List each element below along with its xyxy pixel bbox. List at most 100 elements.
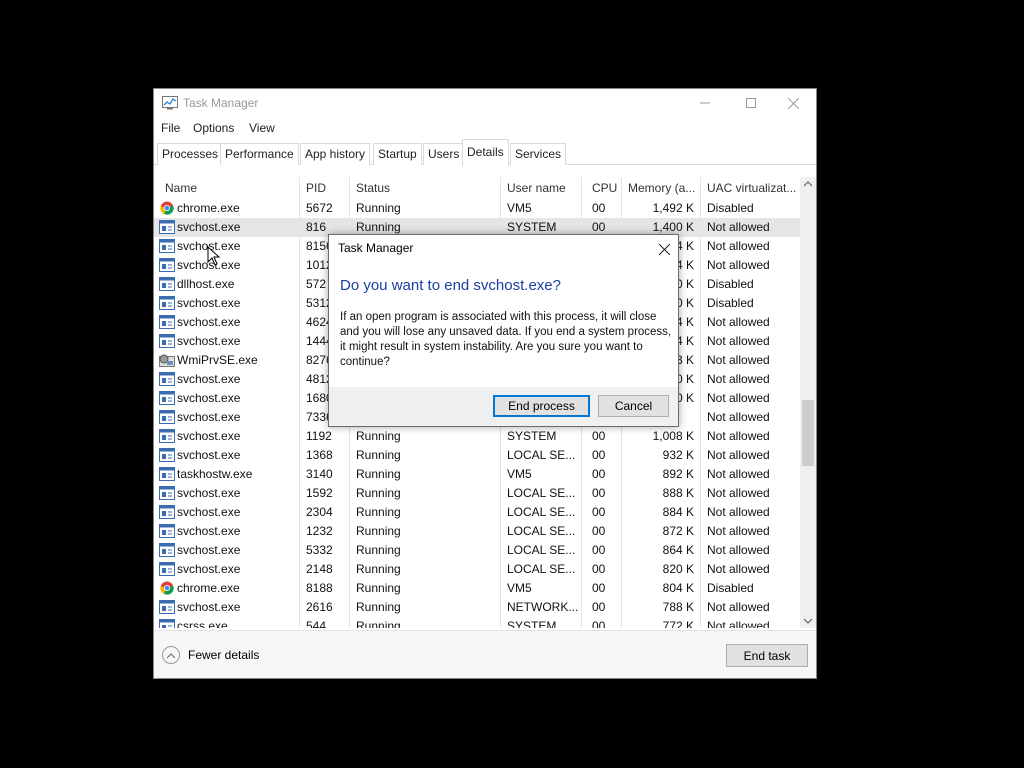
tab-app-history[interactable]: App history — [300, 143, 371, 165]
cell-user: VM5 — [507, 467, 532, 481]
cell-process-name: csrss.exe — [177, 619, 228, 628]
column-pid[interactable]: PID — [306, 181, 326, 195]
cell-process-name: svchost.exe — [177, 220, 241, 234]
table-row[interactable]: svchost.exe 1368 Running LOCAL SE... 00 932 K… — [154, 446, 800, 465]
cell-cpu: 00 — [592, 600, 606, 614]
vertical-scrollbar[interactable] — [800, 177, 816, 628]
table-row[interactable]: svchost.exe 5332 Running LOCAL SE... 00 864 K… — [154, 541, 800, 560]
table-row[interactable]: svchost.exe 1192 Running SYSTEM 00 1,008 K Not… — [154, 427, 800, 446]
tab-performance[interactable]: Performance — [220, 143, 299, 165]
table-row[interactable]: taskhostw.exe 3140 Running VM5 00 892 K Not al… — [154, 465, 800, 484]
table-row[interactable]: svchost.exe 2616 Running NETWORK... 00 788 K N… — [154, 598, 800, 617]
service-host-icon — [159, 486, 175, 500]
cell-memory: 884 K — [662, 505, 694, 519]
cell-pid: 544 — [306, 619, 327, 628]
table-row[interactable]: csrss.exe 544 Running SYSTEM 00 772 K Not allo… — [154, 617, 800, 628]
column-uac[interactable]: UAC virtualizat... — [707, 181, 796, 195]
menu-options[interactable]: Options — [193, 121, 234, 135]
column-memory[interactable]: Memory (a... — [628, 181, 695, 195]
dialog-button-bar: End process Cancel — [329, 387, 678, 426]
table-row[interactable]: svchost.exe 2304 Running LOCAL SE... 00 884 K… — [154, 503, 800, 522]
menu-file[interactable]: File — [161, 121, 180, 135]
cell-uac: Not allowed — [707, 467, 770, 481]
dialog-close-button[interactable] — [652, 239, 676, 259]
cell-uac: Not allowed — [707, 600, 770, 614]
cell-cpu: 00 — [592, 201, 606, 215]
scroll-down-icon[interactable] — [804, 618, 812, 624]
cell-process-name: svchost.exe — [177, 410, 241, 424]
cell-uac: Not allowed — [707, 543, 770, 557]
chrome-icon — [160, 201, 174, 215]
fewer-details-button[interactable]: Fewer details — [162, 646, 259, 664]
table-row[interactable]: svchost.exe 1232 Running LOCAL SE... 00 872 K… — [154, 522, 800, 541]
cell-memory: 820 K — [662, 562, 694, 576]
cell-memory: 932 K — [662, 448, 694, 462]
cancel-button[interactable]: Cancel — [598, 395, 669, 417]
cell-status: Running — [356, 448, 401, 462]
menu-view[interactable]: View — [249, 121, 275, 135]
cell-pid: 1592 — [306, 486, 333, 500]
minimize-button[interactable] — [682, 89, 728, 117]
scrollbar-thumb[interactable] — [802, 400, 814, 466]
cell-cpu: 00 — [592, 467, 606, 481]
service-host-icon — [159, 391, 175, 405]
cell-uac: Not allowed — [707, 562, 770, 576]
cell-process-name: svchost.exe — [177, 543, 241, 557]
cell-cpu: 00 — [592, 505, 606, 519]
service-host-icon — [159, 239, 175, 253]
table-row[interactable]: chrome.exe 8188 Running VM5 00 804 K Disabled — [154, 579, 800, 598]
cell-process-name: svchost.exe — [177, 486, 241, 500]
close-icon — [787, 97, 799, 109]
cell-uac: Not allowed — [707, 258, 770, 272]
tab-bar: Processes Performance App history Startu… — [154, 139, 816, 166]
fewer-details-label: Fewer details — [188, 648, 260, 662]
window-title: Task Manager — [183, 96, 259, 110]
cell-process-name: svchost.exe — [177, 524, 241, 538]
table-row[interactable]: svchost.exe 2148 Running LOCAL SE... 00 820 K… — [154, 560, 800, 579]
table-header: Name PID Status User name CPU Memory (a.… — [154, 177, 800, 628]
service-host-icon — [159, 277, 175, 291]
title-bar[interactable]: Task Manager — [154, 89, 816, 117]
column-user-name[interactable]: User name — [507, 181, 566, 195]
cell-pid: 5332 — [306, 543, 333, 557]
cell-status: Running — [356, 467, 401, 481]
tab-processes[interactable]: Processes — [157, 143, 224, 165]
tab-details[interactable]: Details — [462, 139, 509, 166]
maximize-button[interactable] — [728, 89, 774, 117]
cell-memory: 788 K — [662, 600, 694, 614]
cell-pid: 1232 — [306, 524, 333, 538]
close-window-button[interactable] — [770, 89, 816, 117]
cell-uac: Not allowed — [707, 239, 770, 253]
cell-cpu: 00 — [592, 448, 606, 462]
cell-memory: 864 K — [662, 543, 694, 557]
scroll-up-icon[interactable] — [804, 181, 812, 187]
table-row[interactable]: chrome.exe 5672 Running VM5 00 1,492 K Disable… — [154, 199, 800, 218]
end-process-button[interactable]: End process — [493, 395, 590, 417]
cell-uac: Disabled — [707, 296, 754, 310]
cell-status: Running — [356, 201, 401, 215]
cell-memory: 1,400 K — [652, 220, 694, 234]
column-cpu[interactable]: CPU — [592, 181, 617, 195]
cell-pid: 2616 — [306, 600, 333, 614]
tab-startup[interactable]: Startup — [373, 143, 422, 165]
service-host-icon — [159, 543, 175, 557]
tab-services[interactable]: Services — [510, 143, 567, 165]
tab-users[interactable]: Users — [423, 143, 465, 165]
cell-status: Running — [356, 600, 401, 614]
cell-process-name: svchost.exe — [177, 315, 241, 329]
end-task-button[interactable]: End task — [726, 644, 808, 667]
column-name[interactable]: Name — [165, 181, 197, 195]
dialog-heading: Do you want to end svchost.exe? — [340, 277, 561, 294]
column-status[interactable]: Status — [356, 181, 390, 195]
service-host-icon — [159, 429, 175, 443]
cell-cpu: 00 — [592, 524, 606, 538]
table-row[interactable]: svchost.exe 1592 Running LOCAL SE... 00 888 K… — [154, 484, 800, 503]
service-host-icon — [159, 448, 175, 462]
cell-cpu: 00 — [592, 543, 606, 557]
cell-status: Running — [356, 429, 401, 443]
cell-memory: 804 K — [662, 581, 694, 595]
cell-status: Running — [356, 505, 401, 519]
cell-process-name: dllhost.exe — [177, 277, 235, 291]
cell-uac: Disabled — [707, 581, 754, 595]
cell-status: Running — [356, 581, 401, 595]
